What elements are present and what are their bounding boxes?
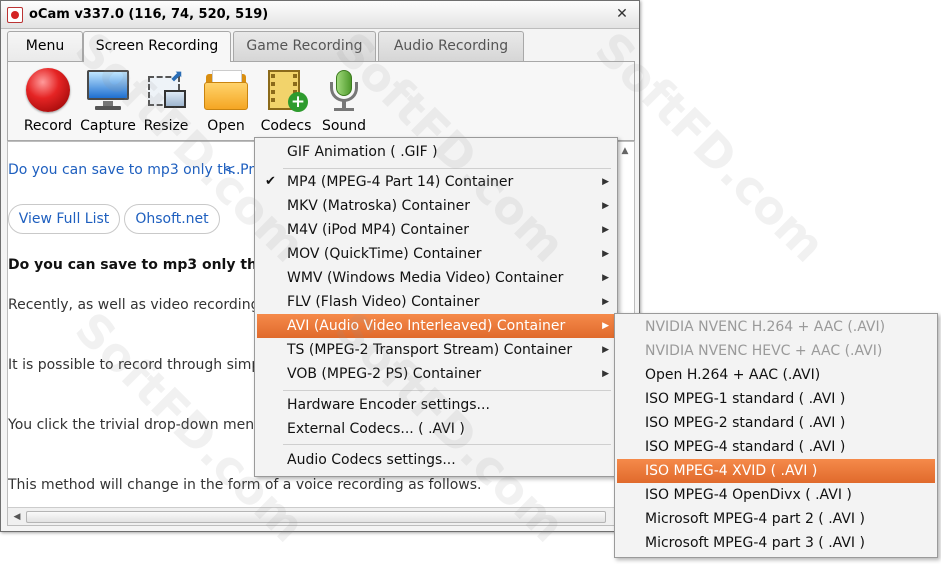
open-label: Open [207,118,245,134]
submenu-arrow-icon: ▶ [602,201,609,211]
menu-item-mov[interactable]: MOV (QuickTime) Container ▶ [257,242,615,266]
view-full-list-button[interactable]: View Full List [8,204,120,234]
menu-item-gif[interactable]: GIF Animation ( .GIF ) [257,140,615,164]
title-bar[interactable]: oCam v337.0 (116, 74, 520, 519) ✕ [1,1,639,29]
tab-game-recording[interactable]: Game Recording [233,31,376,61]
sound-label: Sound [321,118,367,134]
menu-item-vob[interactable]: VOB (MPEG-2 PS) Container ▶ [257,362,615,386]
menu-item-label: External Codecs... ( .AVI ) [287,421,465,437]
tab-screen-recording[interactable]: Screen Recording [83,31,231,62]
menu-separator [283,444,611,445]
menu-separator [283,168,611,169]
folder-icon [204,68,248,112]
menu-item-label: M4V (iPod MP4) Container [287,222,469,238]
submenu-item-nvenc-h264: NVIDIA NVENC H.264 + AAC (.AVI) [645,319,886,335]
submenu-item-opendivx[interactable]: ISO MPEG-4 OpenDivx ( .AVI ) [617,483,935,507]
menu-item-label: FLV (Flash Video) Container [287,294,480,310]
menu-item-ts[interactable]: TS (MPEG-2 Transport Stream) Container ▶ [257,338,615,362]
ocam-app-icon [7,7,23,23]
submenu-arrow-icon: ▶ [602,369,609,379]
tab-audio-recording[interactable]: Audio Recording [378,31,524,61]
article-paragraph: You click the trivial drop-down menu in … [8,417,291,433]
menu-item-mkv[interactable]: MKV (Matroska) Container ▶ [257,194,615,218]
menu-item-m4v[interactable]: M4V (iPod MP4) Container ▶ [257,218,615,242]
tab-menu[interactable]: Menu [7,31,83,61]
menu-item-label: MKV (Matroska) Container [287,198,470,214]
record-icon [26,68,70,112]
window-title: oCam v337.0 (116, 74, 520, 519) [29,7,269,22]
codecs-label: Codecs [260,118,312,134]
open-button[interactable]: Open [196,66,256,138]
menu-item-hardware-encoder[interactable]: Hardware Encoder settings... [257,393,615,417]
article-paragraph: Recently, as well as video recording, au [8,297,286,313]
submenu-item-ms-mpeg4-part2[interactable]: Microsoft MPEG-4 part 2 ( .AVI ) [617,507,935,531]
menu-item-wmv[interactable]: WMV (Windows Media Video) Container ▶ [257,266,615,290]
menu-item-label: MP4 (MPEG-4 Part 14) Container [287,174,514,190]
ohsoft-link-button[interactable]: Ohsoft.net [124,204,220,234]
menu-item-label: TS (MPEG-2 Transport Stream) Container [287,342,573,358]
capture-label: Capture [80,118,136,134]
menu-item-label: GIF Animation ( .GIF ) [287,144,438,160]
sound-button[interactable]: Sound [314,66,374,138]
submenu-item-mpeg1[interactable]: ISO MPEG-1 standard ( .AVI ) [617,387,935,411]
submenu-item-mpeg2[interactable]: ISO MPEG-2 standard ( .AVI ) [617,411,935,435]
submenu-arrow-icon: ▶ [602,249,609,259]
menu-item-label: Hardware Encoder settings... [287,397,490,413]
avi-submenu: NVIDIA NVENC H.264 + AAC (.AVI) NVIDIA N… [614,313,938,558]
capture-button[interactable]: Capture [76,66,140,138]
menu-item-flv[interactable]: FLV (Flash Video) Container ▶ [257,290,615,314]
checkmark-icon: ✔ [265,174,276,189]
submenu-item-nvenc-hevc: NVIDIA NVENC HEVC + AAC (.AVI) [645,343,883,359]
submenu-item-ms-mpeg4-part3[interactable]: Microsoft MPEG-4 part 3 ( .AVI ) [617,531,935,555]
resize-button[interactable]: ⬈ Resize [136,66,196,138]
horizontal-scrollbar[interactable]: ◀ ▶ [8,507,634,525]
tab-bar: Menu Screen Recording Game Recording Aud… [7,31,635,62]
menu-item-label: MOV (QuickTime) Container [287,246,482,262]
submenu-arrow-icon: ▶ [602,225,609,235]
menu-item-label: WMV (Windows Media Video) Container [287,270,564,286]
scroll-up-icon[interactable]: ▲ [618,144,632,158]
article-paragraph: This method will change in the form of a… [8,477,482,493]
submenu-arrow-icon: ▶ [602,345,609,355]
close-button[interactable]: ✕ [613,5,631,23]
monitor-icon [85,68,131,112]
menu-item-label: Audio Codecs settings... [287,452,456,468]
menu-item-label: AVI (Audio Video Interleaved) Container [287,318,566,334]
resize-icon: ⬈ [144,68,188,112]
submenu-item-open-h264[interactable]: Open H.264 + AAC (.AVI) [617,363,935,387]
submenu-arrow-icon: ▶ [602,177,609,187]
submenu-arrow-icon: ▶ [602,297,609,307]
scroll-left-icon[interactable]: ◀ [10,510,24,524]
submenu-item-xvid[interactable]: ISO MPEG-4 XVID ( .AVI ) [617,459,935,483]
record-button[interactable]: Record [16,66,80,138]
resize-label: Resize [143,118,189,134]
news-headline-link[interactable]: Do you can save to mp3 only th.. [8,162,241,178]
menu-item-audio-codecs[interactable]: Audio Codecs settings... [257,448,615,472]
toolbar: Record Capture ⬈ Resize Open + Codecs So… [7,61,635,141]
menu-item-avi[interactable]: AVI (Audio Video Interleaved) Container ▶ [257,314,615,338]
record-label: Record [23,118,73,134]
menu-item-mp4[interactable]: ✔ MP4 (MPEG-4 Part 14) Container ▶ [257,170,615,194]
scrollbar-thumb[interactable] [26,511,606,523]
menu-separator [283,390,611,391]
codecs-button[interactable]: + Codecs [256,66,316,138]
codec-menu: GIF Animation ( .GIF ) ✔ MP4 (MPEG-4 Part… [254,137,618,477]
film-plus-icon: + [264,68,308,112]
submenu-arrow-icon: ▶ [602,321,609,331]
menu-item-label: VOB (MPEG-2 PS) Container [287,366,482,382]
submenu-item-mpeg4[interactable]: ISO MPEG-4 standard ( .AVI ) [617,435,935,459]
microphone-icon [322,68,366,112]
menu-item-external-codecs[interactable]: External Codecs... ( .AVI ) [257,417,615,441]
submenu-arrow-icon: ▶ [602,273,609,283]
article-paragraph: It is possible to record through simple … [8,357,291,373]
